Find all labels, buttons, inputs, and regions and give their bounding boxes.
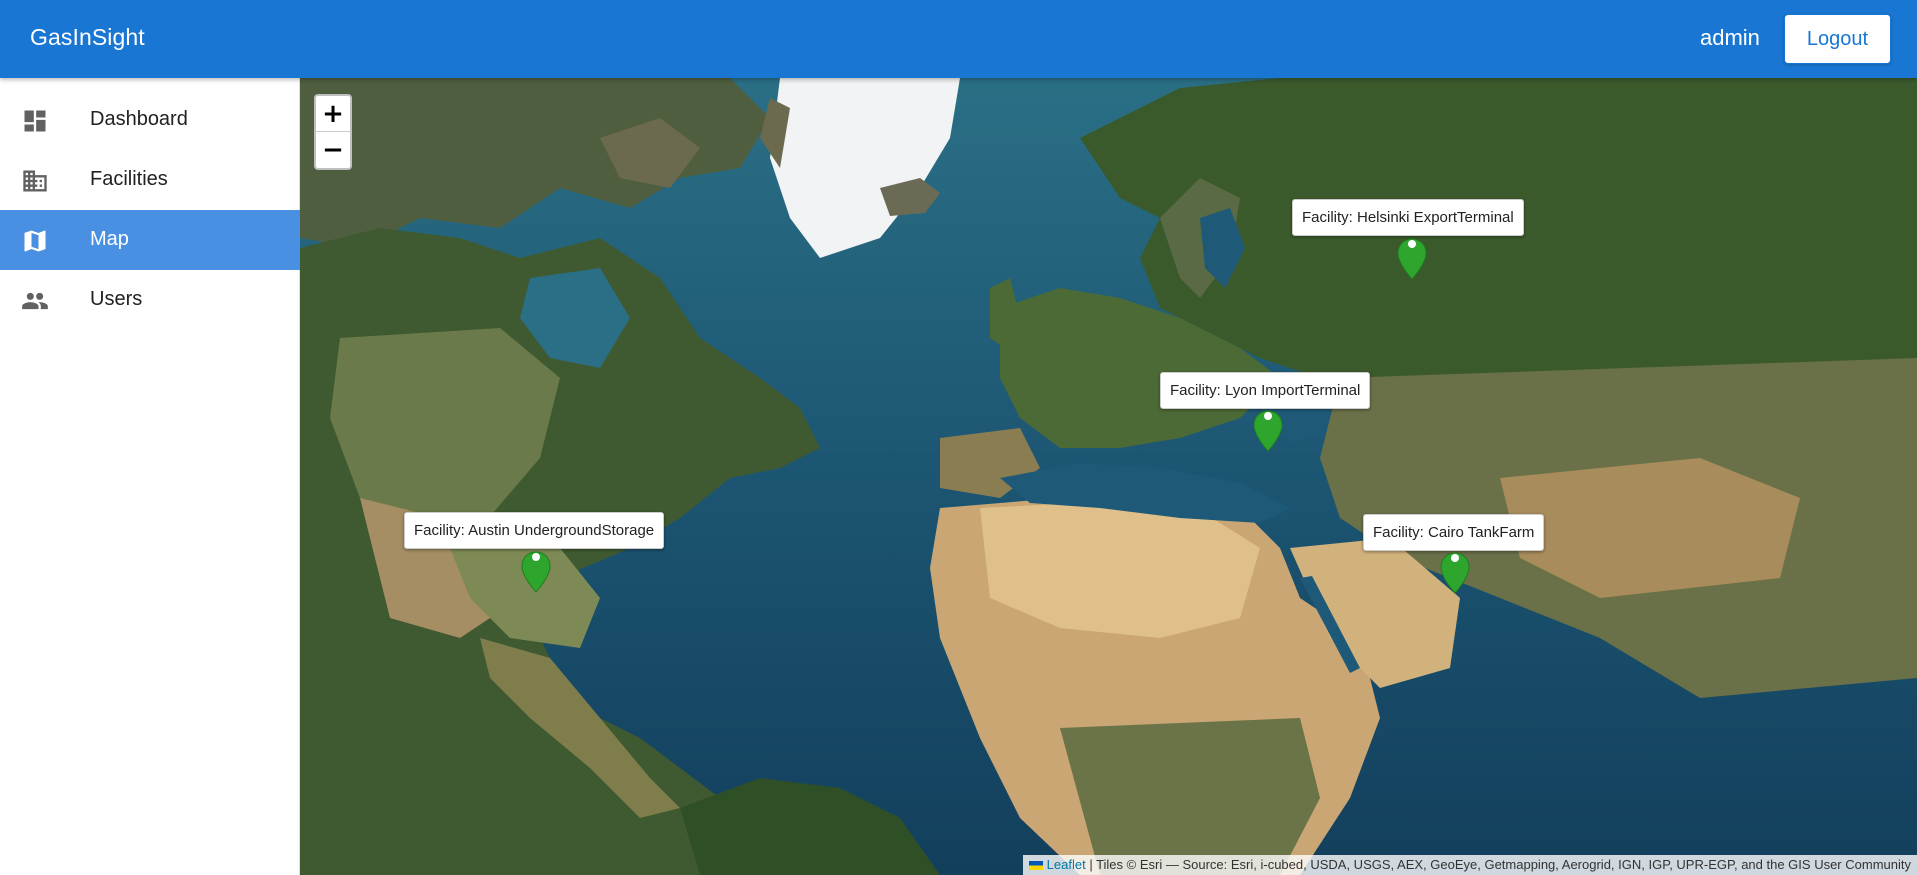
sidebar-item-map[interactable]: Map — [0, 210, 300, 270]
leaflet-link[interactable]: Leaflet — [1047, 857, 1086, 872]
sidebar-item-users[interactable]: Users — [0, 270, 300, 330]
marker-pin-icon[interactable] — [1397, 238, 1427, 280]
username: admin — [1700, 25, 1760, 50]
ukraine-flag-icon — [1028, 861, 1043, 871]
map-view[interactable]: + − Facility: Helsinki ExportTerminal Fa… — [300, 78, 1917, 875]
sidebar-item-label: Map — [90, 228, 129, 250]
sidebar-item-label: Users — [90, 288, 143, 310]
sidebar-item-facilities[interactable]: Facilities — [0, 150, 300, 210]
dashboard-icon — [24, 110, 46, 132]
sidebar: Dashboard Facilities Map Users — [0, 78, 300, 875]
users-icon — [22, 292, 48, 310]
marker-tooltip-helsinki: Facility: Helsinki ExportTerminal — [1292, 199, 1524, 236]
attribution-text: | Tiles © Esri — Source: Esri, i-cubed, … — [1085, 857, 1911, 872]
app-title: GasInSight — [30, 24, 145, 50]
marker-tooltip-austin: Facility: Austin UndergroundStorage — [404, 512, 665, 549]
map-attribution: Leaflet | Tiles © Esri — Source: Esri, i… — [1022, 855, 1917, 875]
marker-pin-icon[interactable] — [1253, 410, 1283, 452]
map-icon — [24, 230, 46, 252]
sidebar-item-label: Dashboard — [90, 108, 188, 130]
marker-pin-icon[interactable] — [521, 551, 551, 593]
building-icon — [23, 170, 47, 192]
satellite-map-tiles — [300, 78, 1917, 875]
sidebar-item-dashboard[interactable]: Dashboard — [0, 90, 300, 150]
zoom-out-button[interactable]: − — [316, 132, 350, 168]
app-bar: GasInSight admin Logout — [0, 0, 1917, 78]
sidebar-item-label: Facilities — [90, 168, 168, 190]
marker-tooltip-cairo: Facility: Cairo TankFarm — [1363, 514, 1545, 551]
zoom-in-button[interactable]: + — [316, 96, 350, 132]
marker-tooltip-lyon: Facility: Lyon ImportTerminal — [1160, 372, 1371, 409]
zoom-control: + − — [314, 94, 352, 170]
logout-button[interactable]: Logout — [1784, 14, 1891, 64]
marker-pin-icon[interactable] — [1440, 552, 1470, 594]
